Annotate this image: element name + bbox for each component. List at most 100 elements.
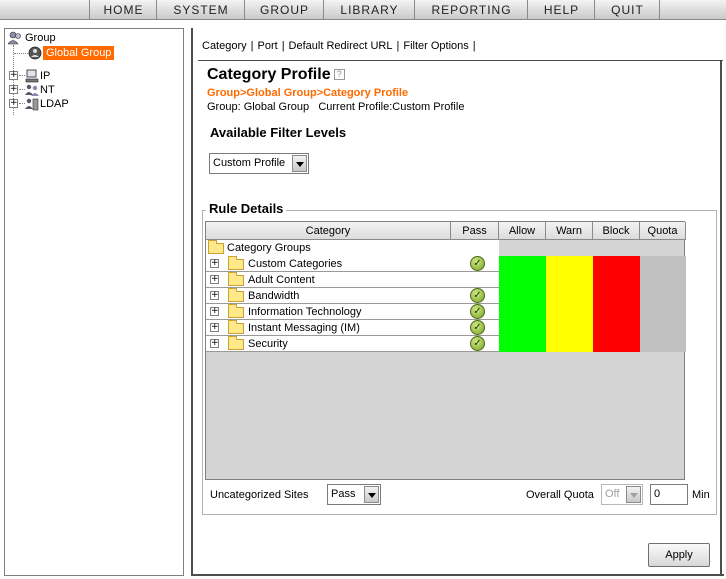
quota-cell[interactable] xyxy=(640,256,686,272)
chevron-down-icon[interactable] xyxy=(292,155,307,172)
rule-details-legend: Rule Details xyxy=(206,201,287,216)
folder-icon xyxy=(228,272,244,286)
checkmark-icon[interactable]: ✓ xyxy=(470,304,485,319)
quota-minutes-input[interactable]: 0 xyxy=(650,484,688,505)
allow-cell[interactable] xyxy=(499,336,546,352)
tab-divider xyxy=(198,60,723,61)
tab-default-redirect-url[interactable]: Default Redirect URL xyxy=(289,40,393,52)
expand-toggle[interactable]: + xyxy=(210,307,219,316)
expand-toggle-ldap[interactable]: + xyxy=(9,99,18,108)
expand-toggle[interactable]: + xyxy=(210,291,219,300)
tab-category[interactable]: Category xyxy=(202,40,247,52)
menu-spacer xyxy=(0,0,90,20)
warn-cell[interactable] xyxy=(546,288,593,304)
tree-root-label: Group xyxy=(25,32,56,44)
global-group-icon xyxy=(28,46,42,64)
tree-item-label: LDAP xyxy=(40,98,69,110)
uncategorized-sites-label: Uncategorized Sites xyxy=(210,489,309,501)
checkmark-icon[interactable]: ✓ xyxy=(470,256,485,271)
checkmark-icon[interactable]: ✓ xyxy=(470,336,485,351)
allow-cell[interactable] xyxy=(499,272,546,288)
category-label: Security xyxy=(248,338,288,350)
column-header-quota[interactable]: Quota xyxy=(640,222,686,240)
quota-cell[interactable] xyxy=(640,336,686,352)
column-header-pass[interactable]: Pass xyxy=(451,222,499,240)
menu-system[interactable]: SYSTEM xyxy=(158,0,245,20)
folder-icon xyxy=(228,256,244,270)
folder-icon xyxy=(228,304,244,318)
tab-port[interactable]: Port xyxy=(258,40,278,52)
block-cell[interactable] xyxy=(593,336,640,352)
quota-cell[interactable] xyxy=(640,288,686,304)
overall-quota-select[interactable]: Off xyxy=(601,484,643,505)
table-row[interactable]: + Bandwidth ✓ xyxy=(206,288,686,304)
main-panel: Category | Port | Default Redirect URL | Filte… xyxy=(191,28,724,576)
category-label: Custom Categories xyxy=(248,258,343,270)
help-icon[interactable]: ? xyxy=(333,69,345,80)
menu-group[interactable]: GROUP xyxy=(246,0,324,20)
expand-toggle-nt[interactable]: + xyxy=(9,85,18,94)
expand-toggle[interactable]: + xyxy=(210,259,219,268)
table-row[interactable]: + Adult Content xyxy=(206,272,686,288)
table-row[interactable]: + Information Technology ✓ xyxy=(206,304,686,320)
category-cell: + Bandwidth ✓ xyxy=(206,288,499,304)
category-cell: + Security ✓ xyxy=(206,336,499,352)
block-cell[interactable] xyxy=(593,272,640,288)
column-header-warn[interactable]: Warn xyxy=(546,222,593,240)
filter-levels-heading: Available Filter Levels xyxy=(210,125,347,140)
group-label: Group: xyxy=(207,101,241,113)
warn-cell[interactable] xyxy=(546,320,593,336)
menu-quit[interactable]: QUIT xyxy=(596,0,660,20)
table-row[interactable]: + Instant Messaging (IM) ✓ xyxy=(206,320,686,336)
table-row[interactable]: + Security ✓ xyxy=(206,336,686,352)
allow-cell[interactable] xyxy=(499,304,546,320)
warn-cell[interactable] xyxy=(546,336,593,352)
block-cell[interactable] xyxy=(593,304,640,320)
expand-toggle[interactable]: + xyxy=(210,339,219,348)
block-cell[interactable] xyxy=(593,288,640,304)
page-title: Category Profile? xyxy=(207,66,345,84)
allow-cell[interactable] xyxy=(499,320,546,336)
allow-cell[interactable] xyxy=(499,256,546,272)
overall-quota-label: Overall Quota xyxy=(526,489,594,501)
tree-item-label: Global Group xyxy=(43,46,115,60)
chevron-down-icon[interactable] xyxy=(364,486,379,503)
apply-button[interactable]: Apply xyxy=(648,543,710,567)
warn-cell[interactable] xyxy=(546,272,593,288)
column-header-allow[interactable]: Allow xyxy=(499,222,546,240)
block-cell[interactable] xyxy=(593,320,640,336)
block-cell[interactable] xyxy=(593,256,640,272)
breadcrumb: Group>Global Group>Category Profile xyxy=(207,87,409,99)
quota-cell[interactable] xyxy=(640,272,686,288)
category-label: Bandwidth xyxy=(248,290,300,302)
overall-quota-value: Off xyxy=(605,488,620,500)
category-label: Information Technology xyxy=(248,306,362,318)
expand-toggle[interactable]: + xyxy=(210,323,219,332)
expand-toggle-ip[interactable]: + xyxy=(9,71,18,80)
filter-level-select[interactable]: Custom Profile xyxy=(209,153,309,174)
column-header-block[interactable]: Block xyxy=(593,222,640,240)
top-menu-bar: HOME SYSTEM GROUP LIBRARY REPORTING HELP… xyxy=(0,0,726,20)
quota-cell[interactable] xyxy=(640,304,686,320)
checkmark-icon[interactable]: ✓ xyxy=(470,288,485,303)
menu-library[interactable]: LIBRARY xyxy=(325,0,415,20)
category-cell: Category Groups xyxy=(206,240,499,256)
table-row[interactable]: + Custom Categories ✓ xyxy=(206,256,686,272)
uncategorized-sites-select[interactable]: Pass xyxy=(327,484,381,505)
group-tree-panel: Group Global Group + IP + NT + LDAP xyxy=(4,28,184,576)
menu-help[interactable]: HELP xyxy=(529,0,595,20)
warn-cell[interactable] xyxy=(546,304,593,320)
chevron-down-icon[interactable] xyxy=(626,486,641,503)
category-cell: + Information Technology ✓ xyxy=(206,304,499,320)
allow-cell[interactable] xyxy=(499,288,546,304)
menu-reporting[interactable]: REPORTING xyxy=(416,0,528,20)
column-header-category[interactable]: Category xyxy=(206,222,451,240)
tab-filter-options[interactable]: Filter Options xyxy=(403,40,468,52)
expand-toggle[interactable]: + xyxy=(210,275,219,284)
quota-cell[interactable] xyxy=(640,320,686,336)
menu-home[interactable]: HOME xyxy=(91,0,157,20)
page-title-text: Category Profile xyxy=(207,66,331,83)
table-row-category-groups[interactable]: Category Groups xyxy=(206,240,684,256)
checkmark-icon[interactable]: ✓ xyxy=(470,320,485,335)
warn-cell[interactable] xyxy=(546,256,593,272)
